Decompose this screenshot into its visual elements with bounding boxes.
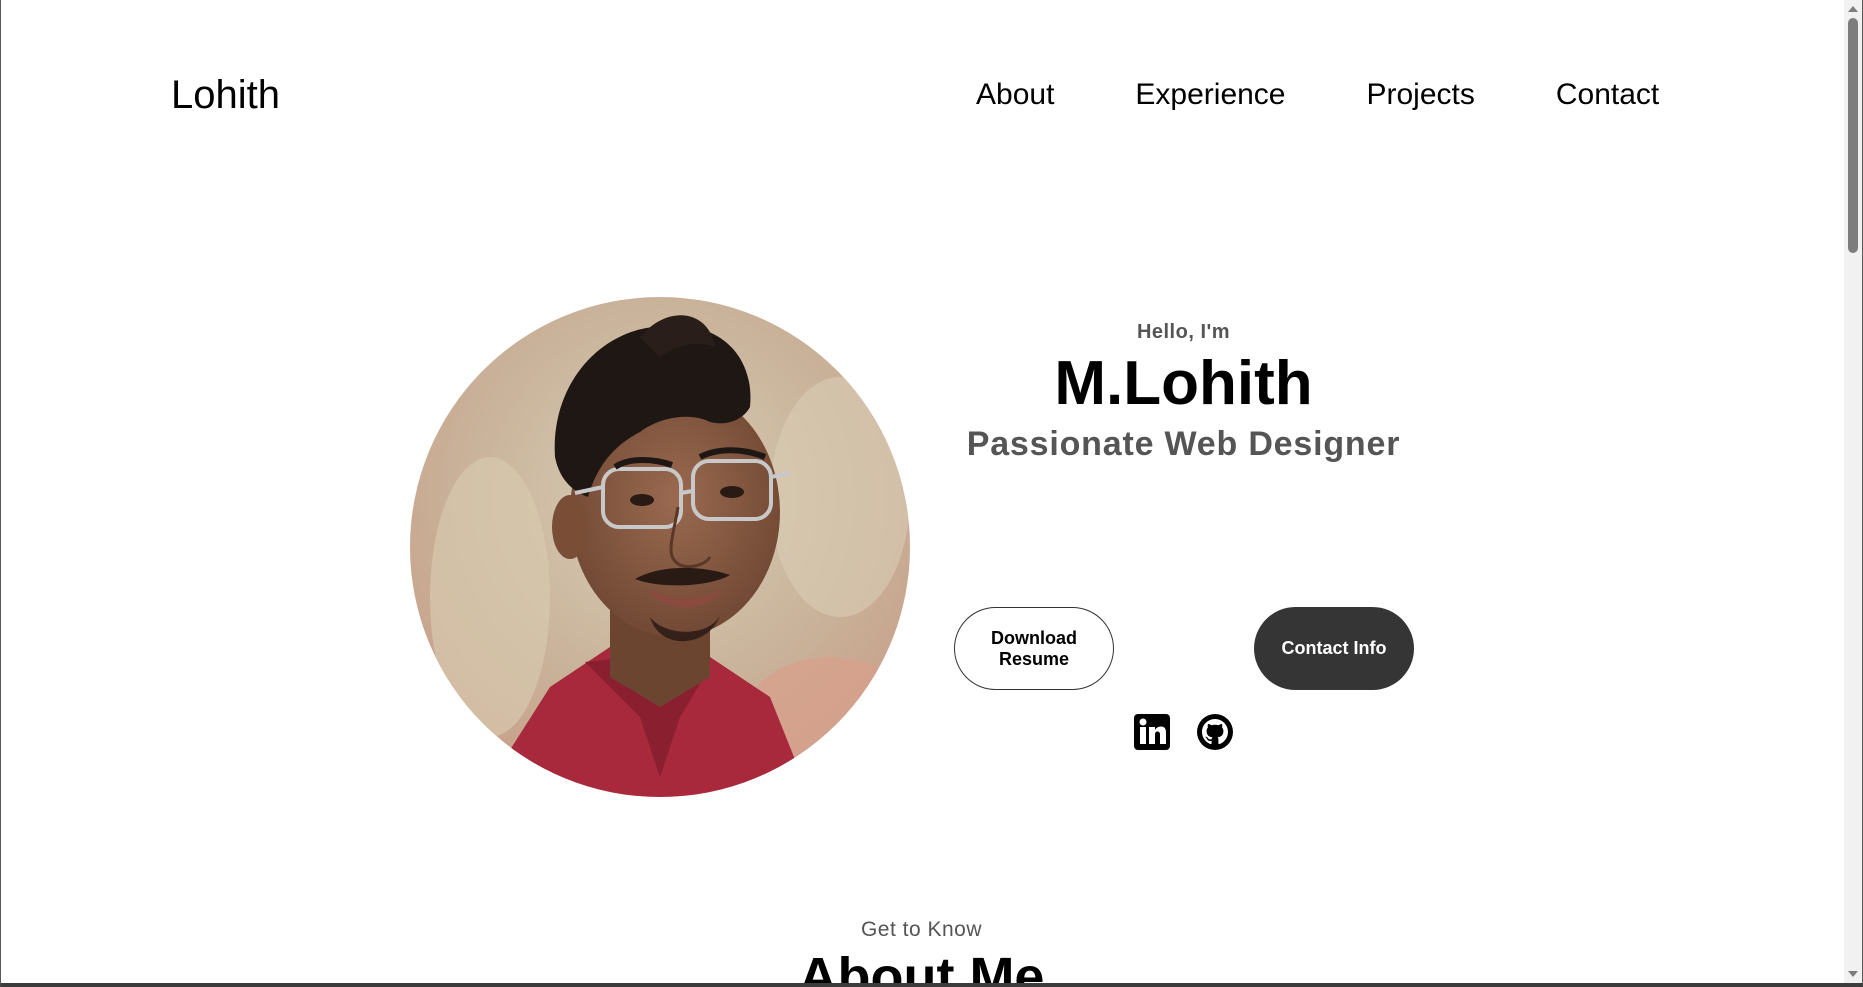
nav-link-about[interactable]: About xyxy=(976,74,1054,116)
scroll-up-arrow-icon[interactable] xyxy=(1848,6,1858,12)
nav-link-contact[interactable]: Contact xyxy=(1556,74,1659,116)
hero-role: Passionate Web Designer xyxy=(966,425,1401,463)
greeting-text: Hello, I'm xyxy=(1136,321,1231,343)
hero-name: M.Lohith xyxy=(1054,349,1313,418)
browser-viewport: Lohith About Experience Projects Contact xyxy=(0,0,1863,987)
download-resume-button[interactable]: Download Resume xyxy=(954,607,1114,690)
github-icon[interactable] xyxy=(1196,713,1234,751)
linkedin-icon[interactable] xyxy=(1133,713,1171,751)
about-subtitle: Get to Know xyxy=(860,918,983,941)
scroll-down-arrow-icon[interactable] xyxy=(1848,971,1858,977)
contact-info-button[interactable]: Contact Info xyxy=(1254,607,1414,690)
hero-intro: Hello, I'm M.Lohith Passionate Web Desig… xyxy=(901,316,1466,466)
nav-link-projects[interactable]: Projects xyxy=(1367,74,1475,116)
main-nav: About Experience Projects Contact xyxy=(976,74,1659,116)
profile-photo xyxy=(410,297,910,797)
social-links xyxy=(1133,713,1234,751)
about-title: About Me xyxy=(798,947,1045,987)
site-logo[interactable]: Lohith xyxy=(171,70,280,120)
scrollbar-thumb[interactable] xyxy=(1848,18,1858,253)
vertical-scrollbar[interactable] xyxy=(1844,0,1862,983)
nav-link-experience[interactable]: Experience xyxy=(1135,74,1285,116)
